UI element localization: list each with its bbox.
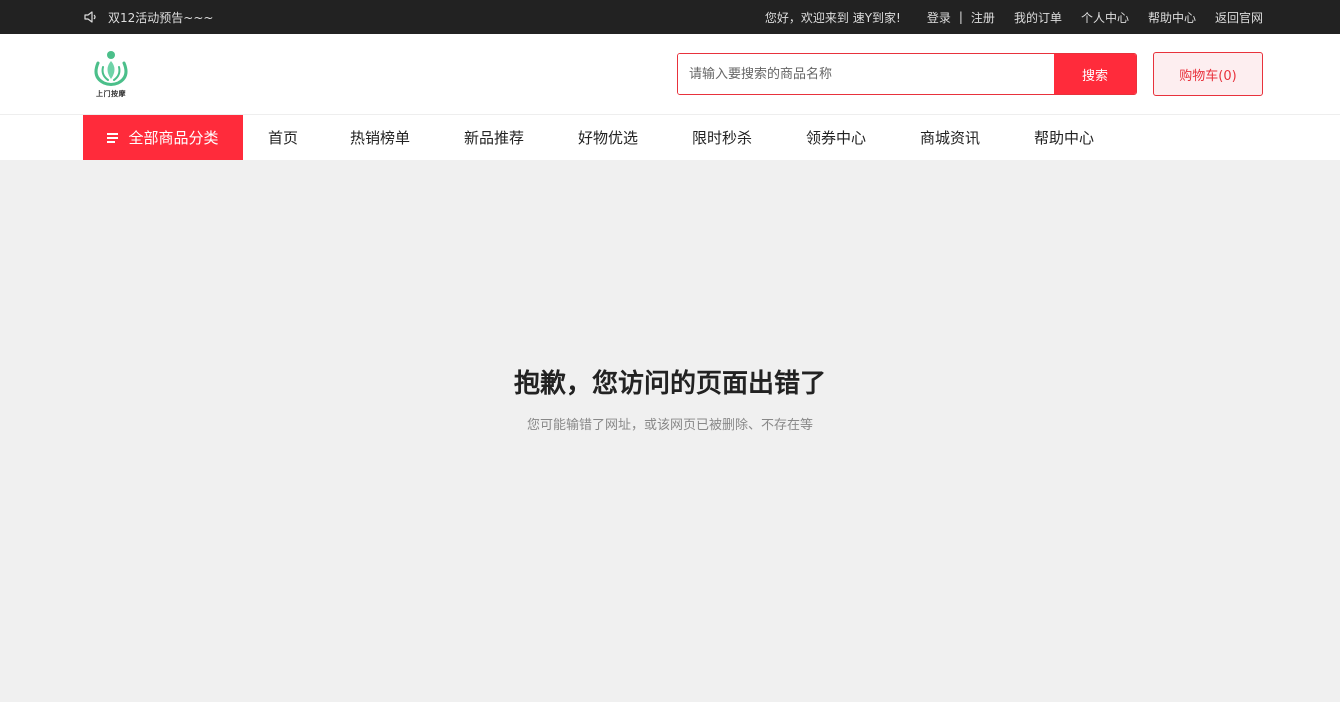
register-link[interactable]: 注册 (971, 9, 995, 26)
nav-item-featured[interactable]: 好物优选 (578, 115, 638, 160)
nav-item-bestsellers[interactable]: 热销榜单 (350, 115, 410, 160)
speaker-icon (84, 11, 96, 23)
welcome-text: 您好，欢迎来到 速Y到家! (764, 10, 901, 25)
top-bar: 双12活动预告~~~ 您好，欢迎来到 速Y到家! 登录 | 注册 我的订单 个人… (0, 0, 1340, 34)
logo[interactable]: 上门按摩 (90, 49, 132, 101)
login-link[interactable]: 登录 (927, 9, 951, 26)
cart-button[interactable]: 购物车(0) (1153, 52, 1263, 96)
nav-item-help[interactable]: 帮助中心 (1034, 115, 1094, 160)
header: 上门按摩 搜索 购物车(0) (0, 34, 1340, 115)
menu-icon (107, 133, 119, 143)
search-input[interactable] (678, 54, 1054, 94)
error-title: 抱歉，您访问的页面出错了 (513, 369, 826, 399)
all-categories-button[interactable]: 全部商品分类 (83, 115, 243, 160)
nav-item-home[interactable]: 首页 (268, 115, 298, 160)
error-section: 抱歉，您访问的页面出错了 您可能输错了网址，或该网页已被删除、不存在等 (0, 160, 1340, 702)
nav-item-coupons[interactable]: 领券中心 (806, 115, 866, 160)
main-nav: 全部商品分类 首页 热销榜单 新品推荐 好物优选 限时秒杀 领券中心 商城资讯 … (0, 115, 1340, 160)
search-box: 搜索 (677, 53, 1137, 95)
my-orders-link[interactable]: 我的订单 (1014, 9, 1062, 26)
logo-text: 上门按摩 (96, 90, 126, 98)
nav-item-flash-sale[interactable]: 限时秒杀 (692, 115, 752, 160)
official-site-link[interactable]: 返回官网 (1215, 9, 1263, 26)
notice: 双12活动预告~~~ (83, 0, 213, 34)
user-center-link[interactable]: 个人中心 (1081, 9, 1129, 26)
logo-icon (94, 51, 128, 86)
nav-item-new-arrivals[interactable]: 新品推荐 (464, 115, 524, 160)
all-categories-label: 全部商品分类 (128, 129, 219, 147)
help-center-link[interactable]: 帮助中心 (1148, 9, 1196, 26)
error-subtitle: 您可能输错了网址，或该网页已被删除、不存在等 (526, 418, 813, 433)
nav-item-news[interactable]: 商城资讯 (920, 115, 980, 160)
notice-text: 双12活动预告~~~ (108, 10, 214, 25)
search-button[interactable]: 搜索 (1054, 54, 1136, 94)
top-links: 您好，欢迎来到 速Y到家! 登录 | 注册 我的订单 个人中心 帮助中心 返回官… (765, 0, 1263, 34)
link-separator: | (958, 10, 963, 24)
